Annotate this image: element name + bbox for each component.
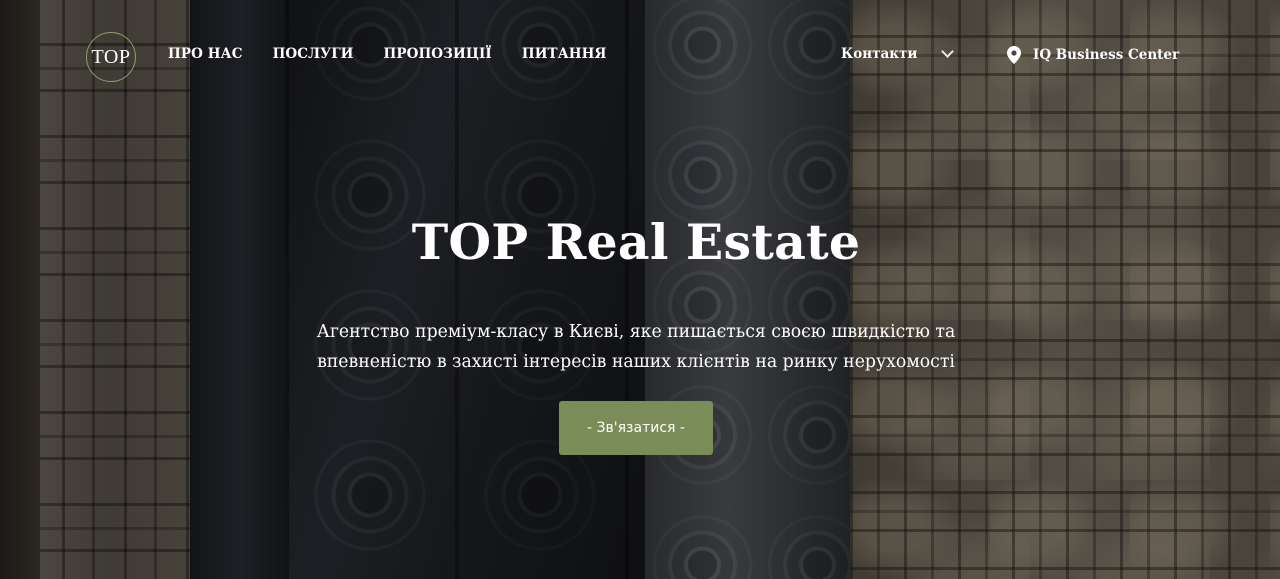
- hero-subtitle-line-2: впевненістю в захисті інтересів наших кл…: [317, 352, 955, 372]
- chevron-down-icon: [941, 45, 955, 58]
- nav-link-offers[interactable]: ПРОПОЗИЦІЇ: [384, 46, 492, 62]
- hero-subtitle: Агентство преміум-класу в Києві, яке пиш…: [270, 317, 1002, 377]
- nav-link-services[interactable]: ПОСЛУГИ: [273, 46, 354, 62]
- site-header: TOP ПРО НАС ПОСЛУГИ ПРОПОЗИЦІЇ ПИТАННЯ К…: [0, 0, 1280, 112]
- nav-link-about[interactable]: ПРО НАС: [168, 46, 243, 62]
- main-nav: ПРО НАС ПОСЛУГИ ПРОПОЗИЦІЇ ПИТАННЯ: [168, 46, 637, 62]
- logo[interactable]: TOP: [86, 32, 136, 82]
- contacts-label: Контакти: [841, 46, 918, 62]
- location-link[interactable]: IQ Business Center: [1007, 46, 1179, 64]
- hero-title: TOP Real Estate: [411, 213, 861, 271]
- nav-link-faq[interactable]: ПИТАННЯ: [522, 46, 607, 62]
- hero-subtitle-line-1: Агентство преміум-класу в Києві, яке пиш…: [316, 322, 956, 342]
- hero-section: TOP ПРО НАС ПОСЛУГИ ПРОПОЗИЦІЇ ПИТАННЯ К…: [0, 0, 1280, 579]
- map-pin-icon: [1007, 46, 1021, 64]
- contacts-dropdown[interactable]: Контакти: [841, 45, 955, 62]
- location-label: IQ Business Center: [1033, 47, 1180, 63]
- contact-button[interactable]: - Зв'язатися -: [559, 401, 713, 455]
- logo-text: TOP: [91, 45, 131, 68]
